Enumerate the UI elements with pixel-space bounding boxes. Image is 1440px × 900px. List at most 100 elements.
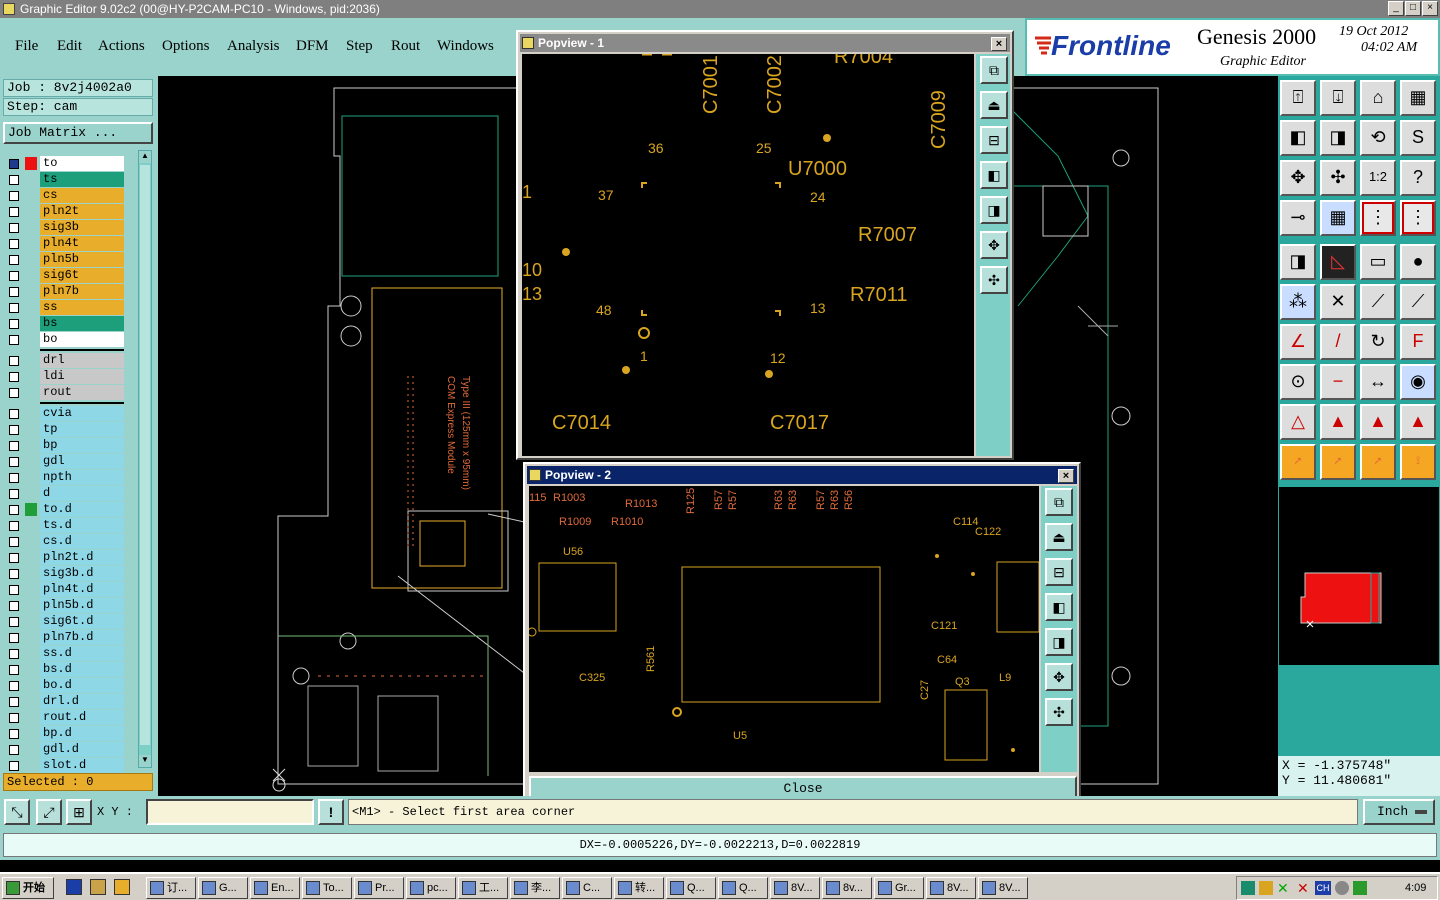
layer-checkbox[interactable] — [9, 409, 19, 419]
layer-row[interactable]: slot.d — [4, 758, 126, 773]
layer-checkbox[interactable] — [9, 633, 19, 643]
layer-checkbox[interactable] — [9, 223, 19, 233]
zoom-window-icon[interactable]: ⧉ — [1045, 488, 1073, 516]
layer-checkbox[interactable] — [9, 697, 19, 707]
triangle-small-icon[interactable]: △ — [1280, 404, 1316, 440]
layer-checkbox[interactable] — [9, 372, 19, 382]
overview-minimap[interactable] — [1278, 486, 1440, 666]
popview-1-close-icon[interactable]: × — [991, 37, 1007, 51]
tray-network-icon[interactable] — [1241, 881, 1255, 895]
scroll-down-icon[interactable]: ▼ — [139, 755, 151, 767]
net-highlight-icon[interactable]: ⋮ — [1360, 200, 1396, 236]
add-line-icon[interactable]: ⟋ — [1360, 284, 1396, 320]
snap-toggle-icon[interactable]: ⤢ — [36, 799, 62, 825]
menu-analysis[interactable]: Analysis — [227, 38, 280, 55]
ql-desktop-icon[interactable] — [90, 879, 106, 895]
layer-checkbox[interactable] — [9, 729, 19, 739]
start-button[interactable]: 开始 — [2, 877, 54, 899]
copper-fill-icon[interactable]: ◉ — [1400, 364, 1436, 400]
grid-icon[interactable]: ▦ — [1320, 200, 1356, 236]
tray-s-icon[interactable] — [1353, 881, 1367, 895]
layer-row[interactable]: ts — [4, 172, 126, 187]
route-pointer-icon[interactable]: ⟟ — [1400, 444, 1436, 480]
home-icon[interactable]: ⌂ — [1360, 80, 1396, 116]
route-icon[interactable]: ◺ — [1320, 244, 1356, 280]
move-line-icon[interactable]: ⟋ — [1400, 284, 1436, 320]
ql-ie-icon[interactable] — [66, 879, 82, 895]
alert-icon[interactable]: ! — [318, 799, 344, 825]
close-window-button[interactable]: × — [1422, 1, 1438, 16]
layer-checkbox[interactable] — [9, 569, 19, 579]
layer-checkbox[interactable] — [9, 649, 19, 659]
delete-node-icon[interactable]: ✕ — [1320, 284, 1356, 320]
tray-tool-icon[interactable] — [1259, 881, 1273, 895]
layer-row[interactable]: ts.d — [4, 518, 126, 533]
layer-checkbox[interactable] — [9, 239, 19, 249]
layer-checkbox[interactable] — [9, 388, 19, 398]
zoom-in-icon[interactable]: ✣ — [980, 266, 1008, 294]
open-step-icon[interactable]: ⍐ — [1280, 80, 1316, 116]
triangle-flat-icon[interactable]: ▲ — [1400, 404, 1436, 440]
menu-windows[interactable]: Windows — [437, 38, 494, 55]
grid-snap-icon[interactable]: ⊞ — [66, 799, 92, 825]
layer-row[interactable]: gdl.d — [4, 742, 126, 757]
triangle-icon[interactable]: ▲ — [1320, 404, 1356, 440]
menu-rout[interactable]: Rout — [391, 38, 420, 55]
pointer-icon[interactable]: ➚ — [1280, 444, 1316, 480]
taskbar-item[interactable]: To... — [302, 877, 352, 899]
taskbar-item[interactable]: 工... — [458, 877, 508, 899]
layer-row[interactable]: pln7b.d — [4, 630, 126, 645]
scroll-thumb[interactable] — [140, 165, 150, 745]
pan-left-icon[interactable]: ◧ — [1045, 593, 1073, 621]
taskbar-item[interactable]: Q... — [718, 877, 768, 899]
layer-row[interactable]: drl — [4, 353, 126, 368]
layer-checkbox[interactable] — [9, 473, 19, 483]
layer-checkbox[interactable] — [9, 601, 19, 611]
layer-row[interactable]: cvia — [4, 406, 126, 421]
layer-checkbox[interactable] — [9, 271, 19, 281]
layer-checkbox[interactable] — [9, 681, 19, 691]
layer-checkbox[interactable] — [9, 319, 19, 329]
layer-checkbox[interactable] — [9, 457, 19, 467]
popview-1-canvas[interactable]: C7001 C7002 R7004 C7009 36 25 U7000 37 2… — [522, 54, 974, 456]
maximize-button[interactable]: □ — [1405, 1, 1421, 16]
layer-checkbox[interactable] — [9, 255, 19, 265]
measure-icon[interactable]: ⊸ — [1280, 200, 1316, 236]
zoom-fit-icon[interactable]: ✥ — [1045, 663, 1073, 691]
pan-right-icon[interactable]: ◨ — [980, 196, 1008, 224]
move-pointer-icon[interactable]: ➚ — [1360, 444, 1396, 480]
layer-row[interactable]: sig6t — [4, 268, 126, 283]
layer-row[interactable]: sig6t.d — [4, 614, 126, 629]
zoom-fit-icon[interactable]: ✥ — [980, 231, 1008, 259]
layer-row[interactable]: to — [4, 156, 126, 171]
layer-row[interactable]: sig3b — [4, 220, 126, 235]
ruler-icon[interactable]: ▭ — [1360, 244, 1396, 280]
layer-checkbox[interactable] — [9, 489, 19, 499]
layer-row[interactable]: pln2t — [4, 204, 126, 219]
zoom-home-icon[interactable]: ✥ — [1280, 160, 1316, 196]
connect-pads-icon[interactable]: ⁂ — [1280, 284, 1316, 320]
pan-right-icon[interactable]: ◨ — [1045, 628, 1073, 656]
layer-row[interactable]: gdl — [4, 454, 126, 469]
layer-row[interactable]: pln7b — [4, 284, 126, 299]
help-icon[interactable]: ? — [1400, 160, 1436, 196]
zoom-up-icon[interactable]: ⏏ — [1045, 523, 1073, 551]
line-icon[interactable]: / — [1320, 324, 1356, 360]
layer-row[interactable]: ldi — [4, 369, 126, 384]
layer-checkbox[interactable] — [9, 207, 19, 217]
layer-checkbox[interactable] — [9, 159, 19, 169]
save-icon[interactable]: ⍗ — [1320, 80, 1356, 116]
layer-row[interactable]: pln4t — [4, 236, 126, 251]
minimize-button[interactable]: _ — [1388, 1, 1404, 16]
taskbar-item[interactable]: Pr... — [354, 877, 404, 899]
popview-2-title-bar[interactable]: Popview - 2 × — [527, 466, 1077, 484]
layer-checkbox[interactable] — [9, 585, 19, 595]
menu-edit[interactable]: Edit — [57, 38, 82, 55]
zoom-area-icon[interactable]: ⤡ — [4, 799, 30, 825]
layer-checkbox[interactable] — [9, 175, 19, 185]
text-tool-icon[interactable]: F — [1400, 324, 1436, 360]
dash-line-icon[interactable]: − — [1320, 364, 1356, 400]
net-trace-icon[interactable]: ⋮ — [1400, 200, 1436, 236]
triangle-bold-icon[interactable]: ▲ — [1360, 404, 1396, 440]
layer-checkbox[interactable] — [9, 553, 19, 563]
